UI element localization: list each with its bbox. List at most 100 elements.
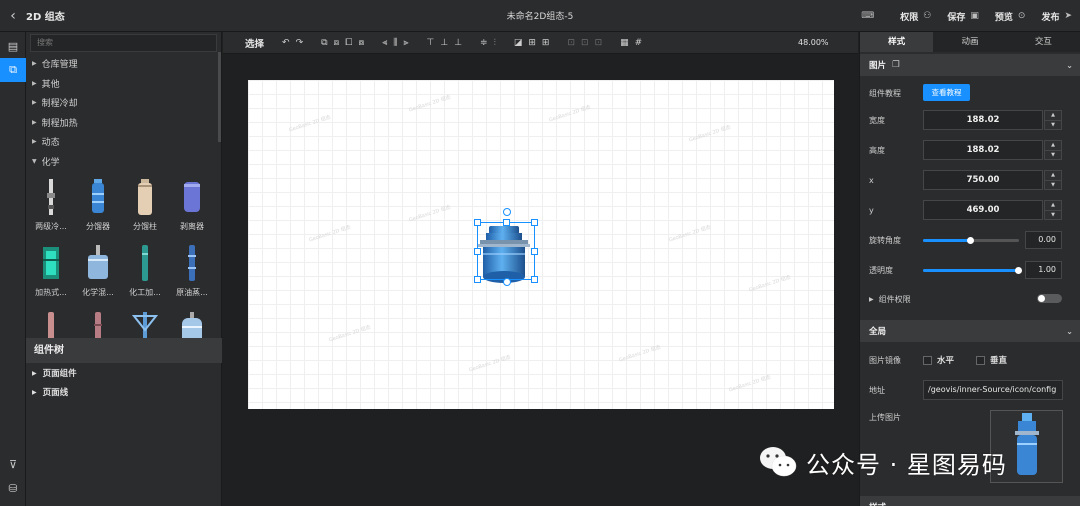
database-icon[interactable]: ⛁	[0, 476, 26, 500]
component-permission-row[interactable]: ▶ 组件权限	[869, 289, 1074, 309]
rotation-slider-knob[interactable]	[967, 237, 974, 244]
component-icon[interactable]: ⧉	[0, 58, 26, 82]
x-stepper[interactable]: ▲ ▼	[1044, 170, 1062, 190]
rotation-input[interactable]: 0.00	[1025, 231, 1062, 249]
preview-button[interactable]: 预览 ⊙	[995, 10, 1026, 23]
select-tool[interactable]: 选择	[245, 36, 264, 50]
component-item[interactable]: 加热式...	[28, 237, 74, 303]
chevron-up-icon[interactable]: ▲	[1045, 171, 1061, 180]
resize-handle-se[interactable]	[531, 276, 538, 283]
rotate-handle[interactable]	[503, 208, 511, 216]
opacity-slider[interactable]	[923, 267, 1022, 274]
height-input[interactable]: 188.02	[923, 140, 1043, 160]
category-warehouse[interactable]: ▶ 仓库管理	[26, 54, 221, 74]
grid-icon[interactable]: ▦	[620, 38, 629, 48]
tab-style[interactable]: 样式	[860, 32, 934, 52]
bring-front-icon[interactable]: ⧉	[321, 38, 327, 48]
publish-button[interactable]: 发布 ➤	[1041, 10, 1072, 23]
align-left-icon[interactable]: ⫷	[382, 38, 387, 48]
rotate-handle-bottom[interactable]	[503, 278, 511, 286]
chevron-down-icon[interactable]: ▼	[1045, 210, 1061, 220]
resize-handle-sw[interactable]	[474, 276, 481, 283]
section-global-header[interactable]: 全局 ⌄	[860, 320, 1080, 342]
layout-icon[interactable]: ⊞	[542, 38, 550, 48]
height-icon[interactable]: ⊡	[595, 38, 603, 48]
component-item[interactable]: 分馏器	[75, 171, 121, 237]
chevron-up-icon[interactable]: ▲	[1045, 111, 1061, 120]
send-back-icon[interactable]: ⧈	[334, 38, 340, 48]
canvas-watermark: GeoBasic 2D 组态	[548, 104, 592, 124]
size-icon[interactable]: ⊡	[567, 38, 575, 48]
category-dynamic[interactable]: ▶ 动态	[26, 132, 221, 152]
align-center-icon[interactable]: ⫼	[393, 38, 397, 48]
width-input[interactable]: 188.02	[923, 110, 1043, 130]
y-stepper[interactable]: ▲ ▼	[1044, 200, 1062, 220]
resize-handle-n[interactable]	[503, 219, 510, 226]
view-tutorial-button[interactable]: 查看教程	[923, 84, 970, 101]
ungroup-icon[interactable]: ⧇	[358, 38, 364, 48]
copy-icon[interactable]: ❐	[892, 60, 900, 70]
keyboard-icon[interactable]: ⌨	[861, 11, 874, 21]
hash-icon[interactable]: #	[635, 38, 643, 48]
component-item[interactable]: 分馏柱	[122, 171, 168, 237]
width-icon[interactable]: ⊡	[581, 38, 589, 48]
distribute-icon[interactable]: ≑	[480, 38, 488, 48]
component-item[interactable]: 剥离器	[169, 171, 215, 237]
library-scrollbar[interactable]	[218, 52, 221, 142]
mirror-vertical-checkbox[interactable]	[976, 355, 986, 365]
component-item[interactable]: 化工加...	[122, 237, 168, 303]
address-input[interactable]: /geovis/inner-Source/icon/config	[923, 380, 1063, 400]
x-input[interactable]: 750.00	[923, 170, 1043, 190]
tab-interaction[interactable]: 交互	[1007, 32, 1080, 52]
chevron-left-icon[interactable]: ‹	[0, 8, 26, 24]
resize-handle-w[interactable]	[474, 248, 481, 255]
upload-image-area[interactable]	[990, 410, 1063, 483]
align-top-icon[interactable]: ⊤	[427, 38, 435, 48]
resize-handle-e[interactable]	[531, 248, 538, 255]
group-icon[interactable]: ⧠	[345, 38, 352, 48]
category-other[interactable]: ▶ 其他	[26, 74, 221, 94]
category-cooling[interactable]: ▶ 制程冷却	[26, 93, 221, 113]
zoom-level[interactable]: 48.00%	[798, 38, 829, 47]
tree-item-page-lines[interactable]: ▶ 页面线	[26, 383, 222, 401]
search-input[interactable]: 搜索	[30, 34, 217, 52]
y-input[interactable]: 469.00	[923, 200, 1043, 220]
filter-icon[interactable]: ⊽	[0, 452, 26, 476]
mirror-horizontal-checkbox[interactable]	[923, 355, 932, 365]
tree-item-page-components[interactable]: ▶ 页面组件	[26, 364, 222, 382]
canvas-paper[interactable]: GeoBasic 2D 组态 GeoBasic 2D 组态 GeoBasic 2…	[248, 80, 834, 409]
rotation-slider[interactable]	[923, 237, 1019, 244]
opacity-input[interactable]: 1.00	[1025, 261, 1062, 279]
opacity-slider-knob[interactable]	[1015, 267, 1022, 274]
save-button[interactable]: 保存 ▣	[947, 10, 979, 23]
align-right-icon[interactable]: ⫸	[403, 38, 408, 48]
page-icon[interactable]: ▤	[0, 34, 26, 58]
tab-animation[interactable]: 动画	[933, 32, 1006, 52]
canvas-stage[interactable]: GeoBasic 2D 组态 GeoBasic 2D 组态 GeoBasic 2…	[223, 54, 858, 506]
section-image-header[interactable]: 图片 ❐ ⌄	[860, 54, 1080, 76]
permission-button[interactable]: 权限 ⚇	[900, 10, 931, 23]
permission-toggle[interactable]	[1037, 294, 1062, 303]
component-item[interactable]: 化学混...	[75, 237, 121, 303]
chevron-down-icon[interactable]: ▼	[1045, 150, 1061, 160]
distribute-vertical-icon[interactable]: ⫶	[494, 38, 496, 48]
fit-icon[interactable]: ◪	[514, 38, 523, 48]
align-middle-icon[interactable]: ⊥	[440, 38, 448, 48]
resize-handle-nw[interactable]	[474, 219, 481, 226]
component-item[interactable]: 原油蒸...	[169, 237, 215, 303]
redo-icon[interactable]: ↷	[296, 38, 304, 48]
undo-icon[interactable]: ↶	[282, 38, 290, 48]
chevron-down-icon[interactable]: ▼	[1045, 120, 1061, 130]
width-stepper[interactable]: ▲ ▼	[1044, 110, 1062, 130]
resize-handle-ne[interactable]	[531, 219, 538, 226]
category-heating[interactable]: ▶ 制程加热	[26, 113, 221, 133]
align-bottom-icon[interactable]: ⊥	[454, 38, 462, 48]
chevron-down-icon[interactable]: ▼	[1045, 180, 1061, 190]
height-stepper[interactable]: ▲ ▼	[1044, 140, 1062, 160]
section-style-header[interactable]: 样式	[860, 496, 1080, 506]
chevron-up-icon[interactable]: ▲	[1045, 141, 1061, 150]
chevron-up-icon[interactable]: ▲	[1045, 201, 1061, 210]
component-item[interactable]: 两级冷...	[28, 171, 74, 237]
grid-snap-icon[interactable]: ⊞	[528, 38, 536, 48]
category-chemical[interactable]: ▼ 化学	[26, 152, 221, 172]
